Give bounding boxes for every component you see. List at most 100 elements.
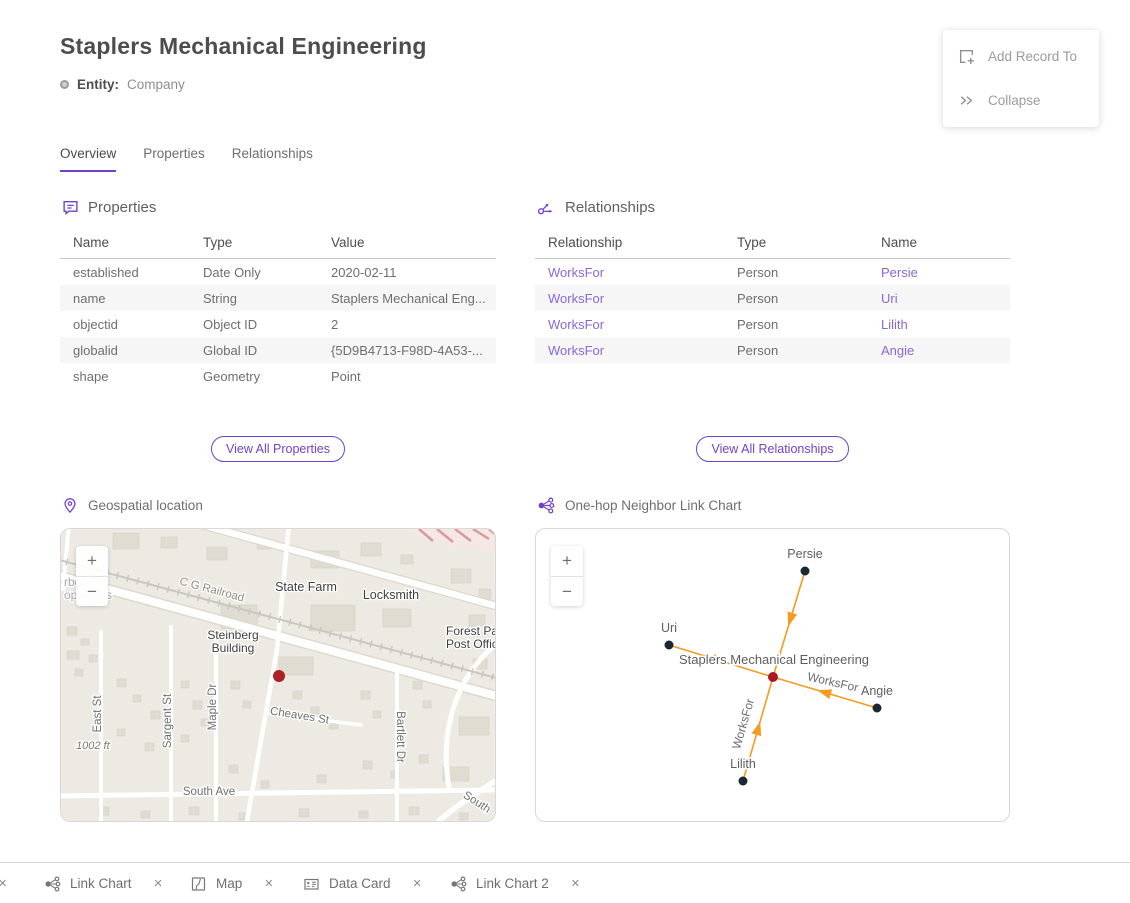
- cell-name: objectid: [60, 317, 190, 332]
- bottom-tab-label: Link Chart 2: [476, 876, 549, 891]
- close-icon[interactable]: ✕: [571, 877, 580, 890]
- cell-type: Person: [724, 317, 868, 332]
- relationship-link[interactable]: WorksFor: [535, 317, 724, 332]
- close-icon[interactable]: ✕: [0, 863, 7, 903]
- properties-icon: [62, 199, 79, 216]
- map-icon: [190, 876, 207, 892]
- menu-item-add-record-to[interactable]: Add Record To: [943, 38, 1099, 74]
- section-title: One-hop Neighbor Link Chart: [565, 498, 741, 513]
- relationship-link[interactable]: WorksFor: [535, 343, 724, 358]
- map-label: Locksmith: [363, 588, 419, 602]
- graph-node-label: Lilith: [730, 757, 756, 771]
- cell-value: Point: [318, 369, 496, 384]
- bottom-tab-map[interactable]: Map ✕: [190, 863, 273, 903]
- bottom-tab-bar: ✕ Link Chart ✕ Map ✕ Data Card ✕ Link Chart 2 ✕: [0, 862, 1130, 903]
- relationships-icon: [537, 199, 556, 216]
- entity-type-dot-icon: [60, 80, 69, 89]
- graph-node-label: Persie: [787, 547, 822, 561]
- name-link[interactable]: Uri: [868, 291, 1010, 306]
- section-title: Geospatial location: [88, 498, 203, 513]
- map-label: Building: [212, 641, 255, 655]
- relationship-link[interactable]: WorksFor: [535, 265, 724, 280]
- zoom-in-button[interactable]: +: [76, 546, 108, 576]
- relationships-table: RelationshipTypeNameWorksForPersonPersie…: [535, 229, 1010, 363]
- map-label: 1002 ft: [76, 740, 111, 752]
- cell-name: globalid: [60, 343, 190, 358]
- menu-item-collapse[interactable]: Collapse: [943, 83, 1099, 119]
- properties-header-row: NameTypeValue: [60, 229, 496, 259]
- map-view[interactable]: rbouropaedicsC G RailroadState FarmLocks…: [60, 528, 496, 822]
- menu-item-label: Collapse: [988, 93, 1041, 108]
- graph-node-label: Angie: [861, 684, 893, 698]
- graph-node-label: Staplers Mechanical Engineering: [679, 652, 869, 667]
- map-label: Maple Dr: [207, 684, 219, 731]
- map-label: South Ave: [183, 786, 235, 798]
- bottom-tab-label: Link Chart: [70, 876, 132, 891]
- column-header: Relationship: [535, 235, 724, 250]
- graph-node-center[interactable]: [768, 672, 778, 682]
- chart-zoom-control: + −: [551, 546, 583, 606]
- graph-node-angie[interactable]: [873, 704, 882, 713]
- tab-overview[interactable]: Overview: [60, 146, 116, 172]
- bottom-tab-label: Map: [216, 876, 242, 891]
- bottom-tab-data-card[interactable]: Data Card ✕: [303, 863, 422, 903]
- table-row: objectidObject ID2: [60, 311, 496, 337]
- context-menu: Add Record To Collapse: [943, 30, 1099, 127]
- geospatial-section-header: Geospatial location: [62, 497, 203, 514]
- close-icon[interactable]: ✕: [413, 877, 422, 890]
- relationships-section-header: Relationships: [537, 199, 655, 216]
- collapse-icon: [958, 92, 975, 109]
- bottom-tab-label: Data Card: [329, 876, 391, 891]
- cell-type: Geometry: [190, 369, 318, 384]
- name-link[interactable]: Persie: [868, 265, 1010, 280]
- table-row: nameStringStaplers Mechanical Eng...: [60, 285, 496, 311]
- properties-section-header: Properties: [62, 199, 156, 216]
- section-title: Properties: [88, 199, 156, 216]
- zoom-out-button[interactable]: −: [551, 576, 583, 606]
- map-canvas: rbouropaedicsC G RailroadState FarmLocks…: [61, 529, 495, 821]
- cell-value: Staplers Mechanical Eng...: [318, 291, 496, 306]
- table-row: WorksForPersonPersie: [535, 259, 1010, 285]
- graph-node-lilith[interactable]: [739, 777, 748, 786]
- tab-relationships[interactable]: Relationships: [232, 146, 313, 172]
- map-label: Steinberg: [207, 628, 258, 642]
- relationship-link[interactable]: WorksFor: [535, 291, 724, 306]
- bottom-tab-link-chart[interactable]: Link Chart ✕: [44, 863, 163, 903]
- cell-value: 2020-02-11: [318, 265, 496, 280]
- edge-arrow-icon: [784, 612, 798, 628]
- graph-node-persie[interactable]: [801, 567, 810, 576]
- table-row: shapeGeometryPoint: [60, 363, 496, 389]
- link-chart-view[interactable]: WorksForWorksForPersieUriAngieLilithStap…: [535, 528, 1010, 822]
- cell-value: 2: [318, 317, 496, 332]
- bottom-tab-link-chart-2[interactable]: Link Chart 2 ✕: [450, 863, 580, 903]
- close-icon[interactable]: ✕: [154, 877, 163, 890]
- name-link[interactable]: Angie: [868, 343, 1010, 358]
- map-zoom-control: + −: [76, 546, 108, 606]
- cell-type: Person: [724, 291, 868, 306]
- zoom-in-button[interactable]: +: [551, 546, 583, 576]
- view-all-relationships-button[interactable]: View All Relationships: [696, 436, 848, 462]
- table-row: establishedDate Only2020-02-11: [60, 259, 496, 285]
- cell-type: Date Only: [190, 265, 318, 280]
- link-chart-icon: [44, 876, 61, 892]
- cell-name: name: [60, 291, 190, 306]
- cell-value: {5D9B4713-F98D-4A53-...: [318, 343, 496, 358]
- tab-properties[interactable]: Properties: [143, 146, 205, 172]
- zoom-out-button[interactable]: −: [76, 576, 108, 606]
- map-label: State Farm: [275, 580, 337, 594]
- entity-value: Company: [127, 77, 185, 92]
- edge-label: WorksFor: [729, 697, 757, 751]
- graph-node-uri[interactable]: [665, 641, 674, 650]
- column-header: Name: [60, 235, 190, 250]
- map-pin-icon: [62, 497, 78, 514]
- close-icon[interactable]: ✕: [264, 877, 273, 890]
- location-marker[interactable]: [273, 670, 285, 682]
- entity-label: Entity:: [77, 77, 119, 92]
- view-all-properties-button[interactable]: View All Properties: [211, 436, 345, 462]
- graph-node-label: Uri: [661, 621, 677, 635]
- properties-table: NameTypeValueestablishedDate Only2020-02…: [60, 229, 496, 389]
- map-label: Bartlett Dr: [394, 711, 406, 763]
- cell-type: Person: [724, 265, 868, 280]
- column-header: Type: [724, 235, 868, 250]
- name-link[interactable]: Lilith: [868, 317, 1010, 332]
